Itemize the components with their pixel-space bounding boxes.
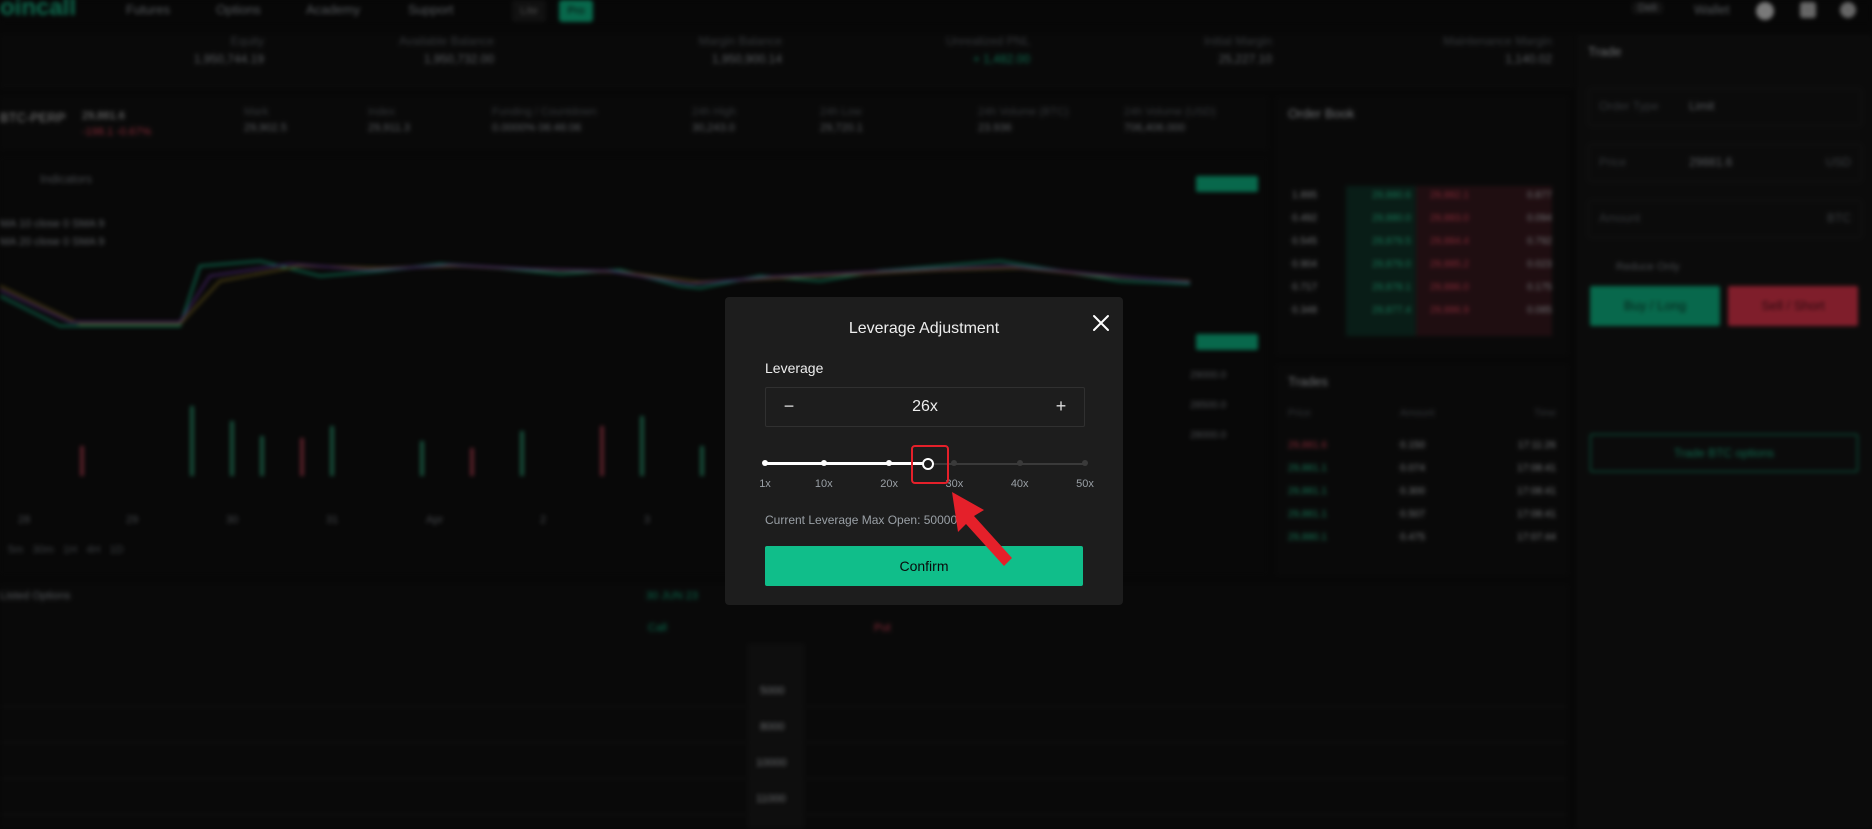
slider-tick[interactable] (886, 460, 893, 466)
slider-tick[interactable] (1016, 460, 1023, 466)
slider-tick-label[interactable]: 40x (1000, 478, 1040, 490)
slider-tick-label[interactable]: 1x (745, 478, 785, 490)
dialog-title: Leverage Adjustment (848, 320, 1000, 337)
slider-tick[interactable] (951, 460, 958, 466)
slider-tick-label[interactable]: 20x (869, 478, 909, 490)
increase-leverage-button[interactable]: + (1038, 388, 1084, 426)
leverage-value[interactable]: 26x (812, 388, 1038, 426)
leverage-stepper: − 26x + (765, 387, 1085, 427)
slider-tick[interactable] (762, 460, 768, 466)
confirm-button[interactable]: Confirm (765, 546, 1083, 586)
slider-tick-label[interactable]: 50x (1065, 478, 1105, 490)
decrease-leverage-button[interactable]: − (766, 388, 812, 426)
slider-tick-label[interactable]: 10x (804, 478, 844, 490)
close-icon[interactable] (1089, 311, 1113, 335)
slider-tick[interactable] (1082, 460, 1088, 466)
max-open-text: Current Leverage Max Open: 50000 (765, 513, 958, 527)
highlight-box (911, 445, 949, 484)
pointer-arrow-icon (952, 492, 1012, 566)
slider-tick[interactable] (820, 460, 827, 466)
slider-track-fill (765, 462, 929, 465)
leverage-label: Leverage (765, 360, 824, 376)
